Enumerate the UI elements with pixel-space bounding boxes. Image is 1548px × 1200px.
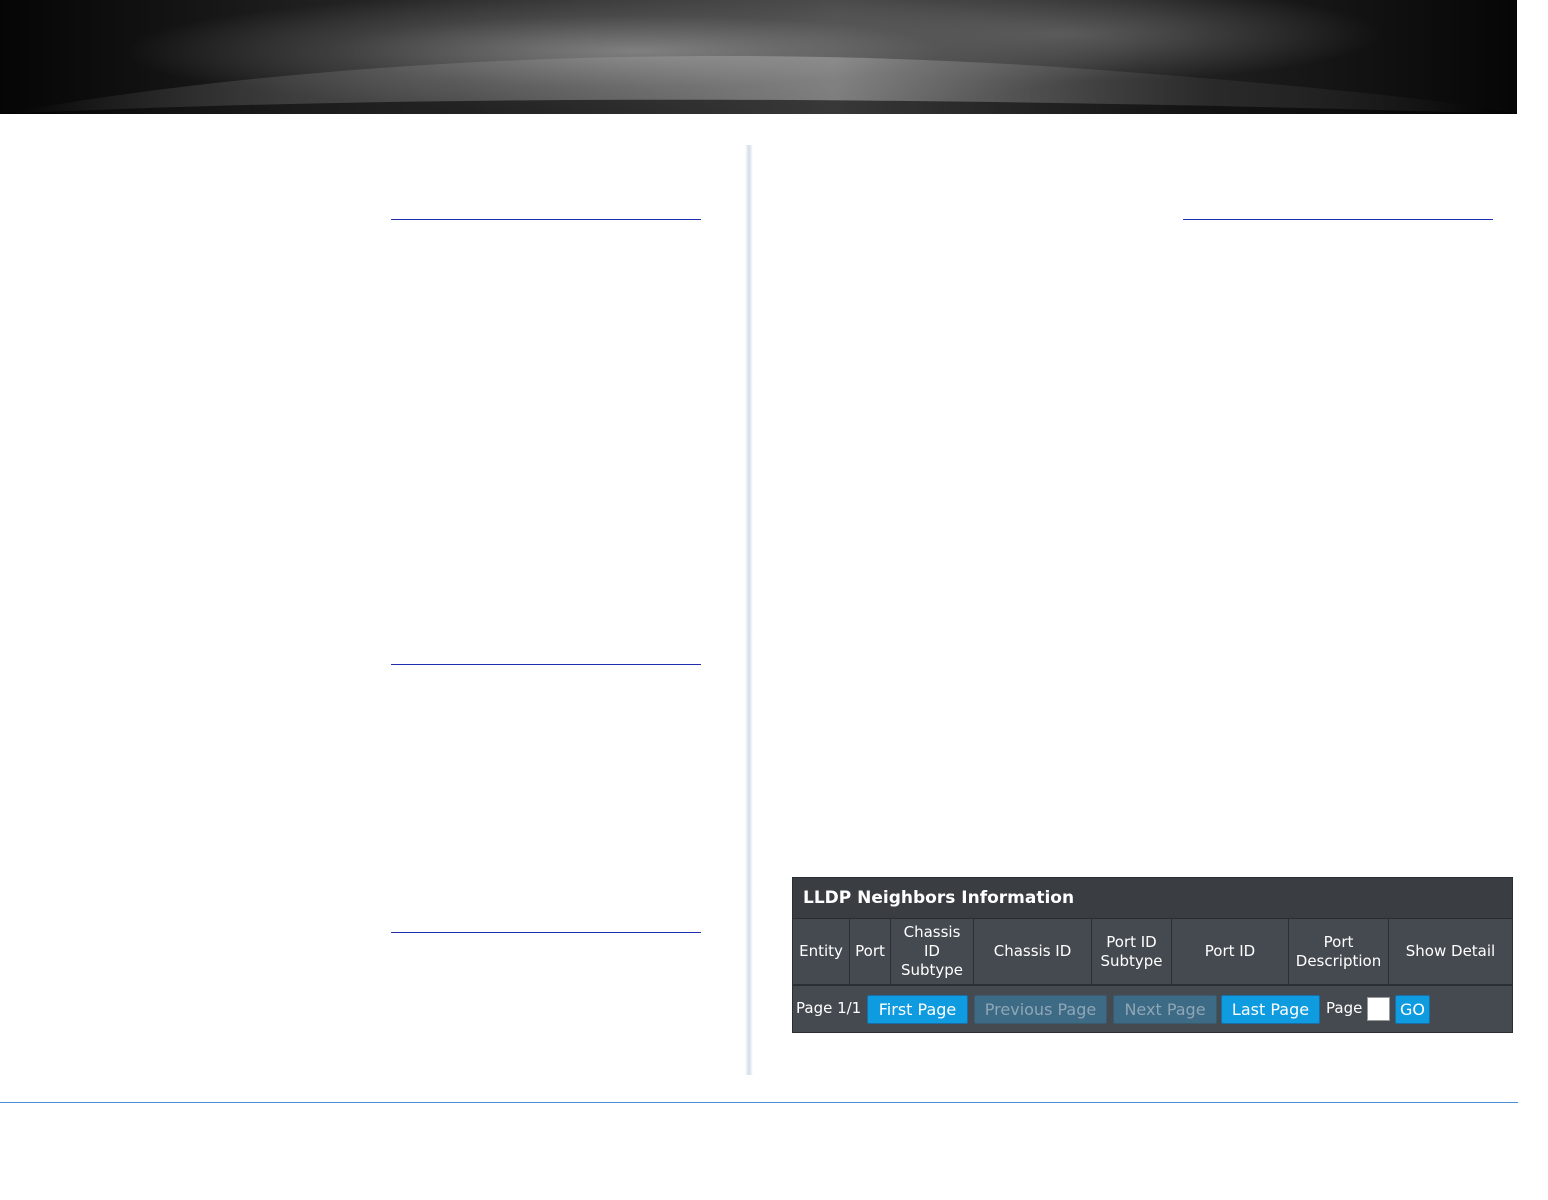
column-header-port-description: Port Description xyxy=(1289,919,1389,984)
go-button[interactable]: GO xyxy=(1395,995,1430,1024)
column-header-port-id: Port ID xyxy=(1172,919,1289,984)
heading-rule-4 xyxy=(1183,219,1493,220)
column-header-chassis-id-subtype: Chassis ID Subtype xyxy=(891,919,974,984)
table-header: Entity Port Chassis ID Subtype Chassis I… xyxy=(793,919,1512,986)
footer-line xyxy=(0,1102,1518,1103)
previous-page-button[interactable]: Previous Page xyxy=(974,995,1107,1024)
page-jump-label: Page xyxy=(1326,999,1363,1017)
heading-rule-3 xyxy=(391,932,701,933)
heading-rule-1 xyxy=(391,219,701,220)
column-header-port: Port xyxy=(850,919,891,984)
column-header-show-detail: Show Detail xyxy=(1405,942,1496,960)
column-header-chassis-id: Chassis ID xyxy=(974,919,1092,984)
heading-rule-2 xyxy=(391,664,701,665)
banner-swoosh xyxy=(0,56,1517,114)
panel-title: LLDP Neighbors Information xyxy=(793,878,1512,919)
column-divider xyxy=(745,145,753,1075)
pagination-bar: Page 1/1 First Page Previous Page Next P… xyxy=(793,987,1512,1032)
header-banner xyxy=(0,0,1517,114)
next-page-button[interactable]: Next Page xyxy=(1113,995,1217,1024)
lldp-neighbors-panel: LLDP Neighbors Information Entity Port C… xyxy=(792,877,1513,1033)
page-number-input[interactable] xyxy=(1367,997,1390,1021)
page-status: Page 1/1 xyxy=(796,999,862,1017)
column-header-port-id-subtype: Port ID Subtype xyxy=(1092,919,1172,984)
last-page-button[interactable]: Last Page xyxy=(1221,995,1320,1024)
column-header-entity: Entity xyxy=(793,919,850,984)
first-page-button[interactable]: First Page xyxy=(867,995,968,1024)
